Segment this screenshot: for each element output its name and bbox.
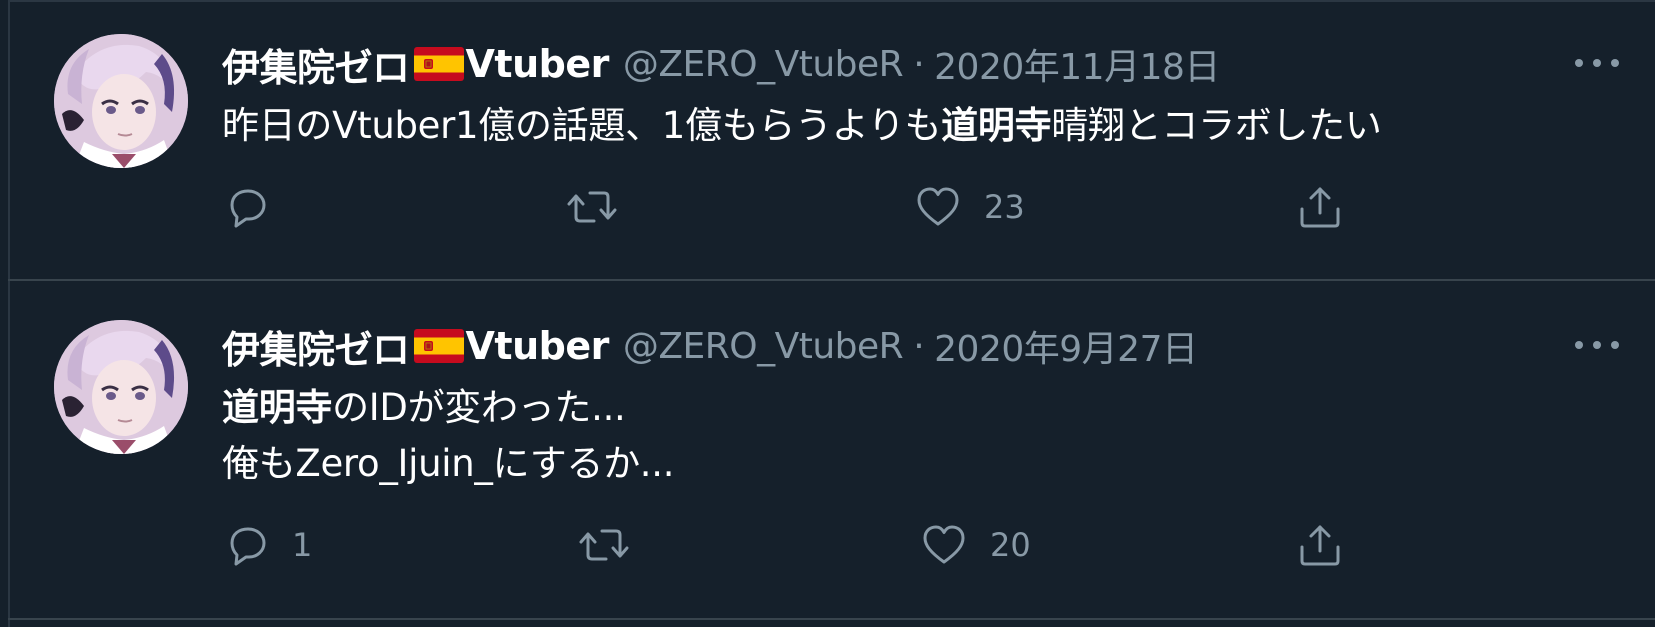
separator-dot: ·: [913, 325, 925, 367]
spain-flag-icon: [413, 329, 464, 363]
retweet-icon: [579, 529, 629, 561]
user-handle[interactable]: @ZERO_VtubeR: [623, 44, 904, 85]
tweet-text-part: のIDが変わった...: [332, 386, 626, 429]
tweet-text: 道明寺のIDが変わった... 俺もZero_Ijuin_にするか...: [222, 380, 674, 492]
tweet-text-highlight: 道明寺: [222, 386, 333, 429]
reply-count: 1: [292, 526, 313, 564]
tweet[interactable]: 伊集院ゼロ Vtuber @ZERO_VtubeR · 2020年9月27日 道…: [10, 284, 1655, 618]
share-icon: [1300, 525, 1340, 566]
display-name-suffix[interactable]: Vtuber: [466, 42, 610, 86]
tweet-date[interactable]: 2020年9月27日: [934, 320, 1198, 372]
reply-button[interactable]: [222, 182, 292, 232]
avatar-image: [54, 34, 188, 168]
reply-icon: [230, 527, 266, 566]
tweet-text-highlight: 道明寺: [941, 104, 1052, 147]
more-options-icon[interactable]: [1575, 53, 1619, 73]
retweet-icon: [567, 191, 617, 223]
display-name-suffix[interactable]: Vtuber: [466, 324, 610, 368]
user-handle[interactable]: @ZERO_VtubeR: [623, 326, 904, 367]
reply-icon: [230, 189, 266, 228]
reply-button[interactable]: 1: [222, 520, 312, 570]
display-name[interactable]: 伊集院ゼロ: [222, 37, 410, 92]
like-count: 23: [984, 188, 1025, 226]
tweet-divider: [8, 279, 1655, 281]
heart-icon: [923, 525, 965, 564]
tweet-header: 伊集院ゼロ Vtuber @ZERO_VtubeR · 2020年11月18日: [222, 37, 1220, 92]
avatar[interactable]: [54, 34, 188, 168]
tweet-text-part: 晴翔とコラボしたい: [1051, 104, 1382, 147]
more-options-icon[interactable]: [1575, 335, 1619, 355]
share-button[interactable]: [1296, 520, 1344, 570]
tweet-text-part: 昨日のVtuber1億の話題、1億もらうよりも: [222, 104, 942, 147]
retweet-button[interactable]: [566, 182, 640, 232]
tweet-actions: 23: [222, 182, 1422, 232]
share-button[interactable]: [1296, 182, 1344, 232]
separator-dot: ·: [913, 43, 925, 85]
like-count: 20: [990, 526, 1031, 564]
tweet-header: 伊集院ゼロ Vtuber @ZERO_VtubeR · 2020年9月27日: [222, 319, 1198, 374]
tweet[interactable]: 伊集院ゼロ Vtuber @ZERO_VtubeR · 2020年11月18日 …: [10, 2, 1655, 280]
avatar[interactable]: [54, 320, 188, 454]
display-name[interactable]: 伊集院ゼロ: [222, 319, 410, 374]
retweet-button[interactable]: [578, 520, 652, 570]
tweet-text: 昨日のVtuber1億の話題、1億もらうよりも道明寺晴翔とコラボしたい: [222, 98, 1382, 154]
tweet-text-line: 道明寺のIDが変わった...: [222, 380, 674, 436]
share-icon: [1300, 187, 1340, 228]
tweet-divider: [8, 618, 1655, 620]
like-button[interactable]: 20: [920, 520, 1031, 570]
tweet-date[interactable]: 2020年11月18日: [934, 38, 1220, 90]
avatar-image: [54, 320, 188, 454]
tweet-text-line: 俺もZero_Ijuin_にするか...: [222, 442, 675, 485]
spain-flag-icon: [413, 47, 464, 81]
tweet-feed: 伊集院ゼロ Vtuber @ZERO_VtubeR · 2020年11月18日 …: [0, 0, 1655, 627]
tweet-actions: 1 20: [222, 520, 1422, 570]
heart-icon: [917, 187, 959, 226]
like-button[interactable]: 23: [914, 182, 1025, 232]
